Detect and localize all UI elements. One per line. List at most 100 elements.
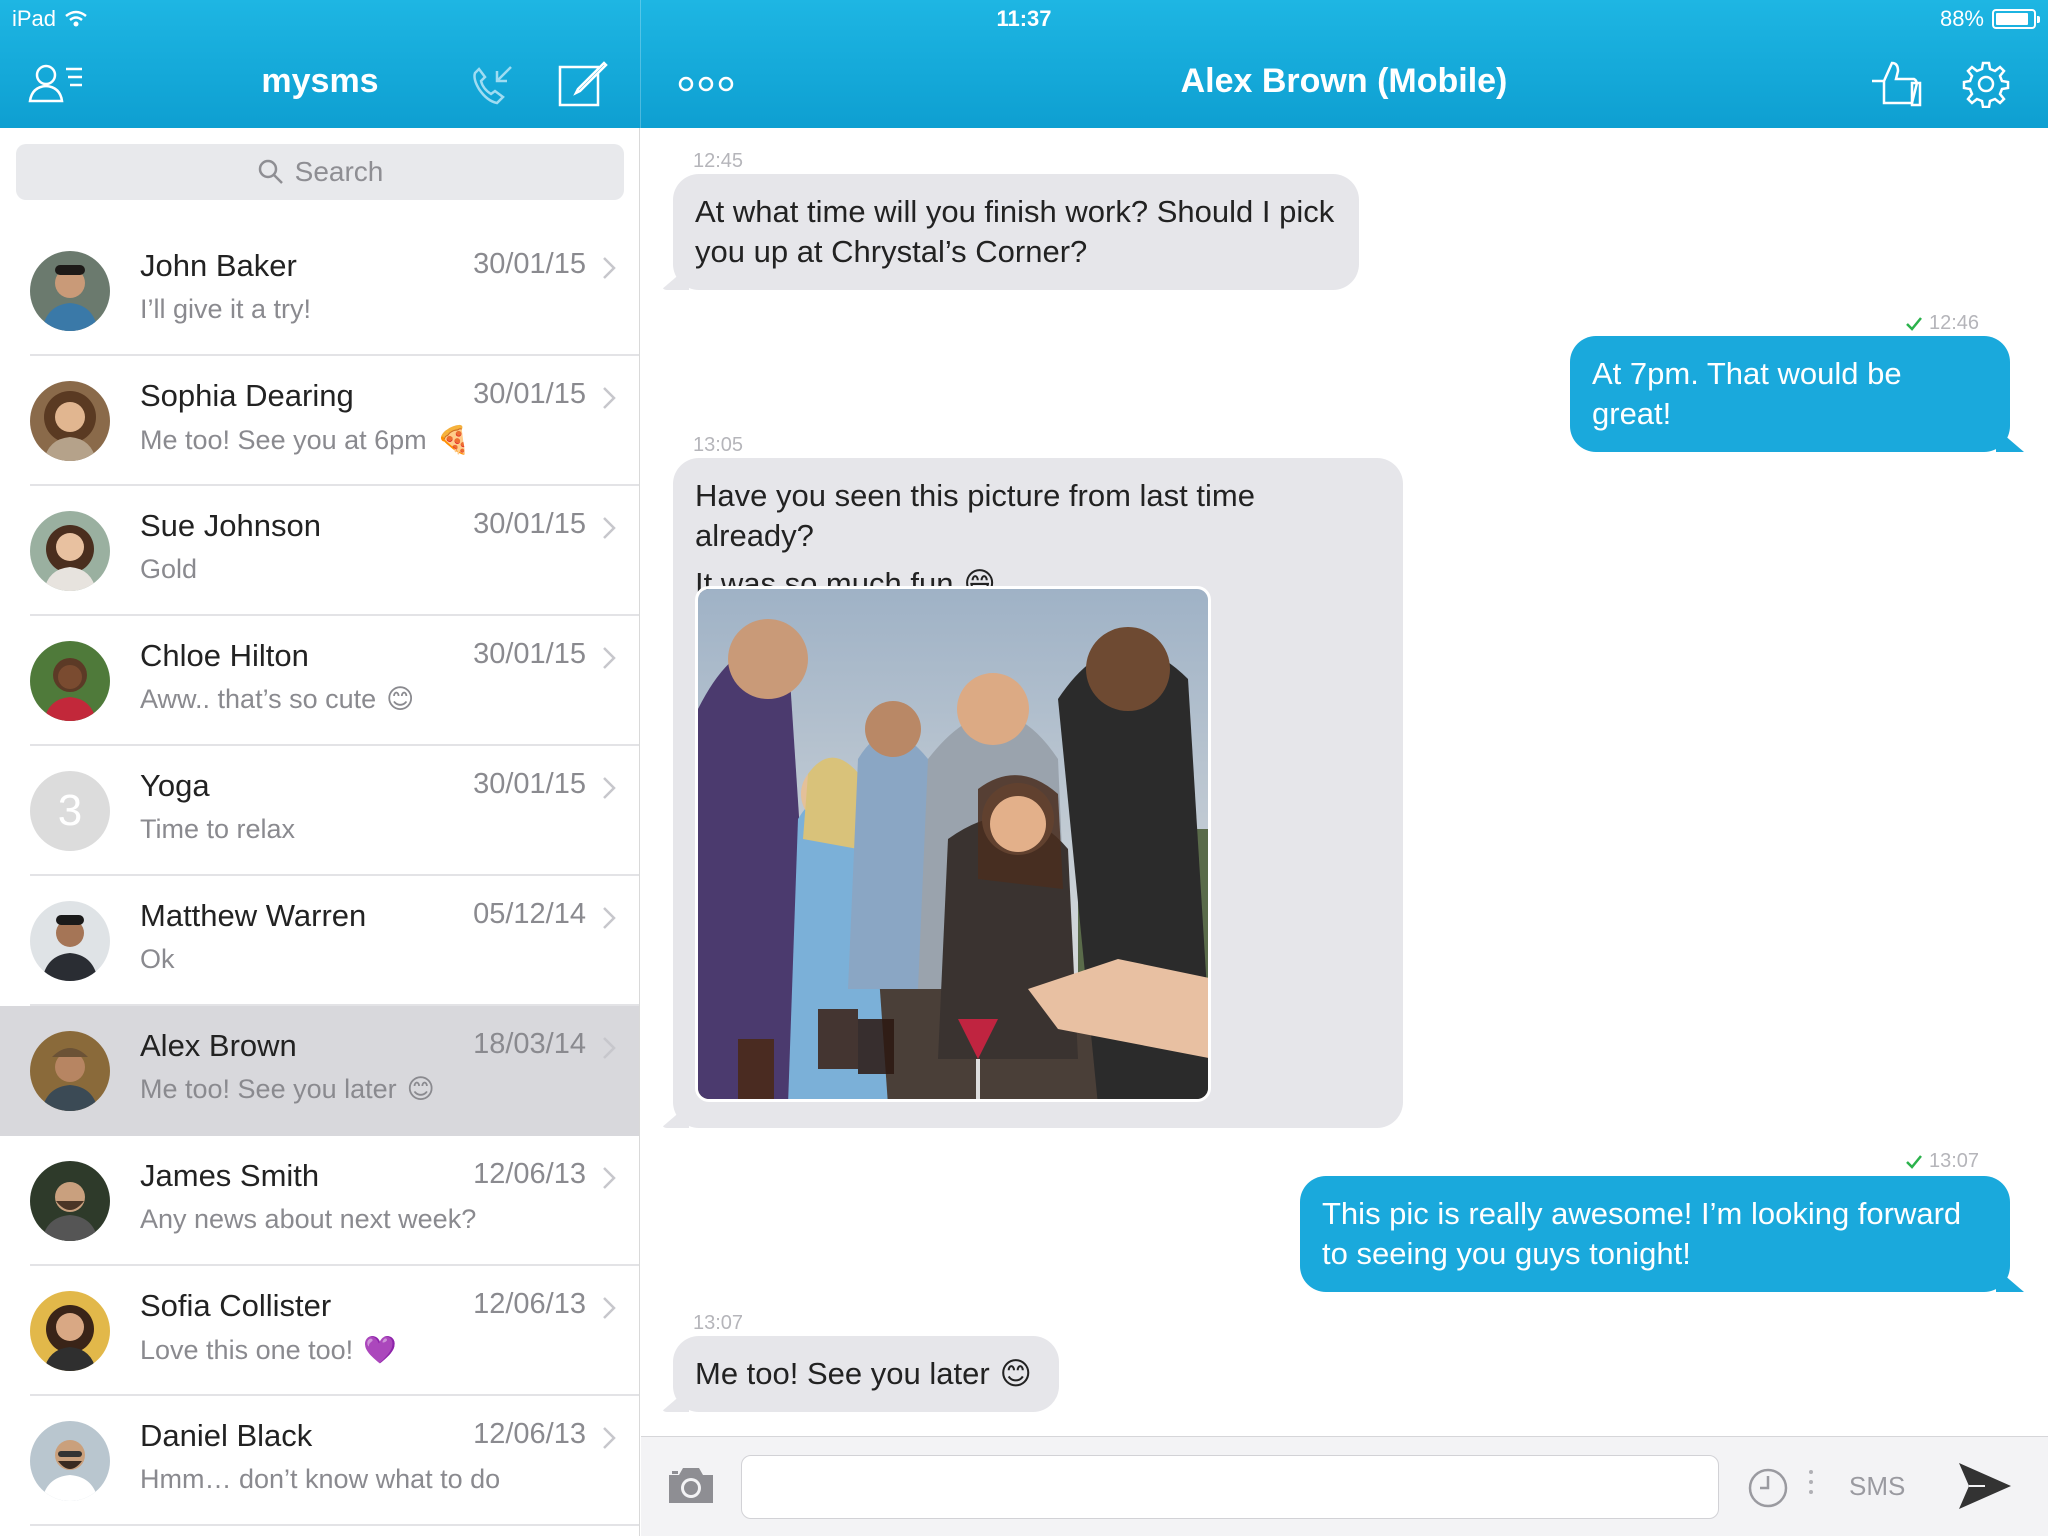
message-timestamp: 13:05 (693, 434, 744, 456)
app-title: mysms (261, 62, 379, 100)
channel-selector[interactable]: SMS (1849, 1471, 1905, 1502)
avatar (30, 381, 110, 461)
composer-bar: SMS (641, 1436, 2048, 1536)
message-text: Me too! See you later (695, 1356, 990, 1391)
contact-name: Sophia Dearing (140, 378, 354, 413)
schedule-button[interactable] (1747, 1467, 1789, 1514)
search-bar[interactable]: Search (16, 144, 624, 200)
pizza-emoji: 🍕 (436, 425, 471, 455)
message-date: 30/01/15 (473, 248, 586, 280)
message-text: At what time will you finish work? Shoul… (695, 194, 1335, 269)
camera-button[interactable] (665, 1463, 717, 1512)
message-date: 05/12/14 (473, 898, 586, 930)
smile-emoji: 😊 (999, 1356, 1032, 1391)
bubble-tail (661, 1104, 689, 1128)
conversation-item-yoga[interactable]: 3 Yoga 30/01/15 Time to relax (0, 746, 639, 876)
message-date: 30/01/15 (473, 768, 586, 800)
settings-icon[interactable] (1956, 56, 2016, 112)
contact-name: Yoga (140, 768, 210, 803)
chevron-right-icon (603, 1297, 616, 1319)
clock-icon (1748, 1468, 1788, 1508)
preview-text: Any news about next week? (140, 1204, 477, 1234)
conversation-item-alex-brown[interactable]: Alex Brown 18/03/14 Me too! See you late… (0, 1006, 639, 1136)
avatar (30, 1031, 110, 1111)
message-preview: Me too! See you at 6pm 🍕 (140, 424, 470, 456)
outgoing-message: This pic is really awesome! I’m looking … (1300, 1176, 2024, 1292)
message-preview: Gold (140, 554, 197, 585)
message-preview: Ok (140, 944, 175, 975)
contact-name: John Baker (140, 248, 297, 283)
contacts-icon[interactable] (28, 56, 88, 112)
conversation-list-panel: Search John Baker 30/01/15 I’ll give it … (0, 128, 640, 1536)
message-text: At 7pm. That would be great! (1592, 356, 1902, 431)
search-placeholder: Search (294, 156, 384, 187)
conversation-title: Alex Brown (Mobile) (1180, 62, 1508, 100)
conversation-item-james-smith[interactable]: James Smith 12/06/13 Any news about next… (0, 1136, 639, 1266)
contact-name: Sofia Collister (140, 1288, 332, 1323)
message-date: 30/01/15 (473, 378, 586, 410)
contact-name: Alex Brown (140, 1028, 297, 1063)
preview-text: I’ll give it a try! (140, 294, 312, 324)
avatar (30, 641, 110, 721)
message-preview: Any news about next week? (140, 1204, 476, 1235)
message-status: 12:46 (1905, 312, 1979, 335)
message-text: This pic is really awesome! I’m looking … (1322, 1196, 1962, 1271)
checkmark-icon (1906, 316, 1922, 331)
checkmark-icon (1906, 1154, 1922, 1169)
send-button[interactable] (1955, 1459, 2015, 1518)
incoming-message: Me too! See you later 😊 (661, 1336, 1059, 1412)
conversation-list: John Baker 30/01/15 I’ll give it a try! … (0, 226, 639, 1526)
message-timestamp: 12:45 (693, 150, 744, 172)
message-timestamp: 12:46 (1929, 312, 1980, 334)
avatar (30, 1161, 110, 1241)
message-date: 12/06/13 (473, 1288, 586, 1320)
message-preview: Time to relax (140, 814, 295, 845)
group-avatar: 3 (30, 771, 110, 851)
conversation-item-chloe-hilton[interactable]: Chloe Hilton 30/01/15 Aww.. that’s so cu… (0, 616, 639, 746)
status-time: 11:37 (996, 6, 1052, 31)
conversation-item-matthew-warren[interactable]: Matthew Warren 05/12/14 Ok (0, 876, 639, 1006)
bubble-tail (1996, 428, 2024, 452)
contact-name: James Smith (140, 1158, 320, 1193)
top-bar: iPad 11:37 88% mysms Alex Brown (Mobile) (0, 0, 2048, 128)
message-date: 12/06/13 (473, 1158, 586, 1190)
preview-text: Me too! See you later (140, 1074, 397, 1104)
call-log-icon[interactable] (462, 56, 522, 112)
incoming-message: Have you seen this picture from last tim… (661, 458, 1403, 1128)
like-icon[interactable] (1866, 56, 1926, 112)
conversation-item-john-baker[interactable]: John Baker 30/01/15 I’ll give it a try! (0, 226, 639, 356)
avatar (30, 251, 110, 331)
chevron-right-icon (603, 387, 616, 409)
chevron-right-icon (603, 517, 616, 539)
smile-emoji: 😊 (406, 1074, 435, 1104)
search-icon (258, 159, 283, 184)
message-timestamp: 13:07 (693, 1312, 744, 1334)
conversation-item-sofia-collister[interactable]: Sofia Collister 12/06/13 Love this one t… (0, 1266, 639, 1396)
shared-photo[interactable] (695, 586, 1211, 1102)
message-input[interactable] (741, 1455, 1719, 1519)
avatar (30, 1291, 110, 1371)
message-preview: I’ll give it a try! (140, 294, 311, 325)
incoming-message: At what time will you finish work? Shoul… (661, 174, 1359, 290)
conversation-panel: 12:45 At what time will you finish work?… (641, 128, 2048, 1436)
conversation-item-sue-johnson[interactable]: Sue Johnson 30/01/15 Gold (0, 486, 639, 616)
chevron-right-icon (603, 907, 616, 929)
bubble-tail (1996, 1268, 2024, 1292)
conversation-item-sophia-dearing[interactable]: Sophia Dearing 30/01/15 Me too! See you … (0, 356, 639, 486)
message-preview: Love this one too! 💜 (140, 1334, 397, 1366)
avatar (30, 901, 110, 981)
preview-text: Gold (140, 554, 198, 584)
contact-name: Matthew Warren (140, 898, 367, 933)
preview-text: Aww.. that’s so cute (140, 684, 377, 714)
compose-icon[interactable] (552, 56, 612, 112)
message-date: 12/06/13 (473, 1418, 586, 1450)
purple-heart-emoji: 💜 (363, 1335, 397, 1365)
contact-name: Daniel Black (140, 1418, 313, 1453)
bubble-tail (661, 1388, 689, 1412)
chevron-right-icon (603, 1427, 616, 1449)
conversation-item-daniel-black[interactable]: Daniel Black 12/06/13 Hmm… don’t know wh… (0, 1396, 639, 1526)
send-icon (1959, 1463, 2011, 1509)
contact-name: Sue Johnson (140, 508, 321, 543)
preview-text: Me too! See you at 6pm (140, 424, 427, 455)
message-status: 13:07 (1905, 1150, 1979, 1173)
